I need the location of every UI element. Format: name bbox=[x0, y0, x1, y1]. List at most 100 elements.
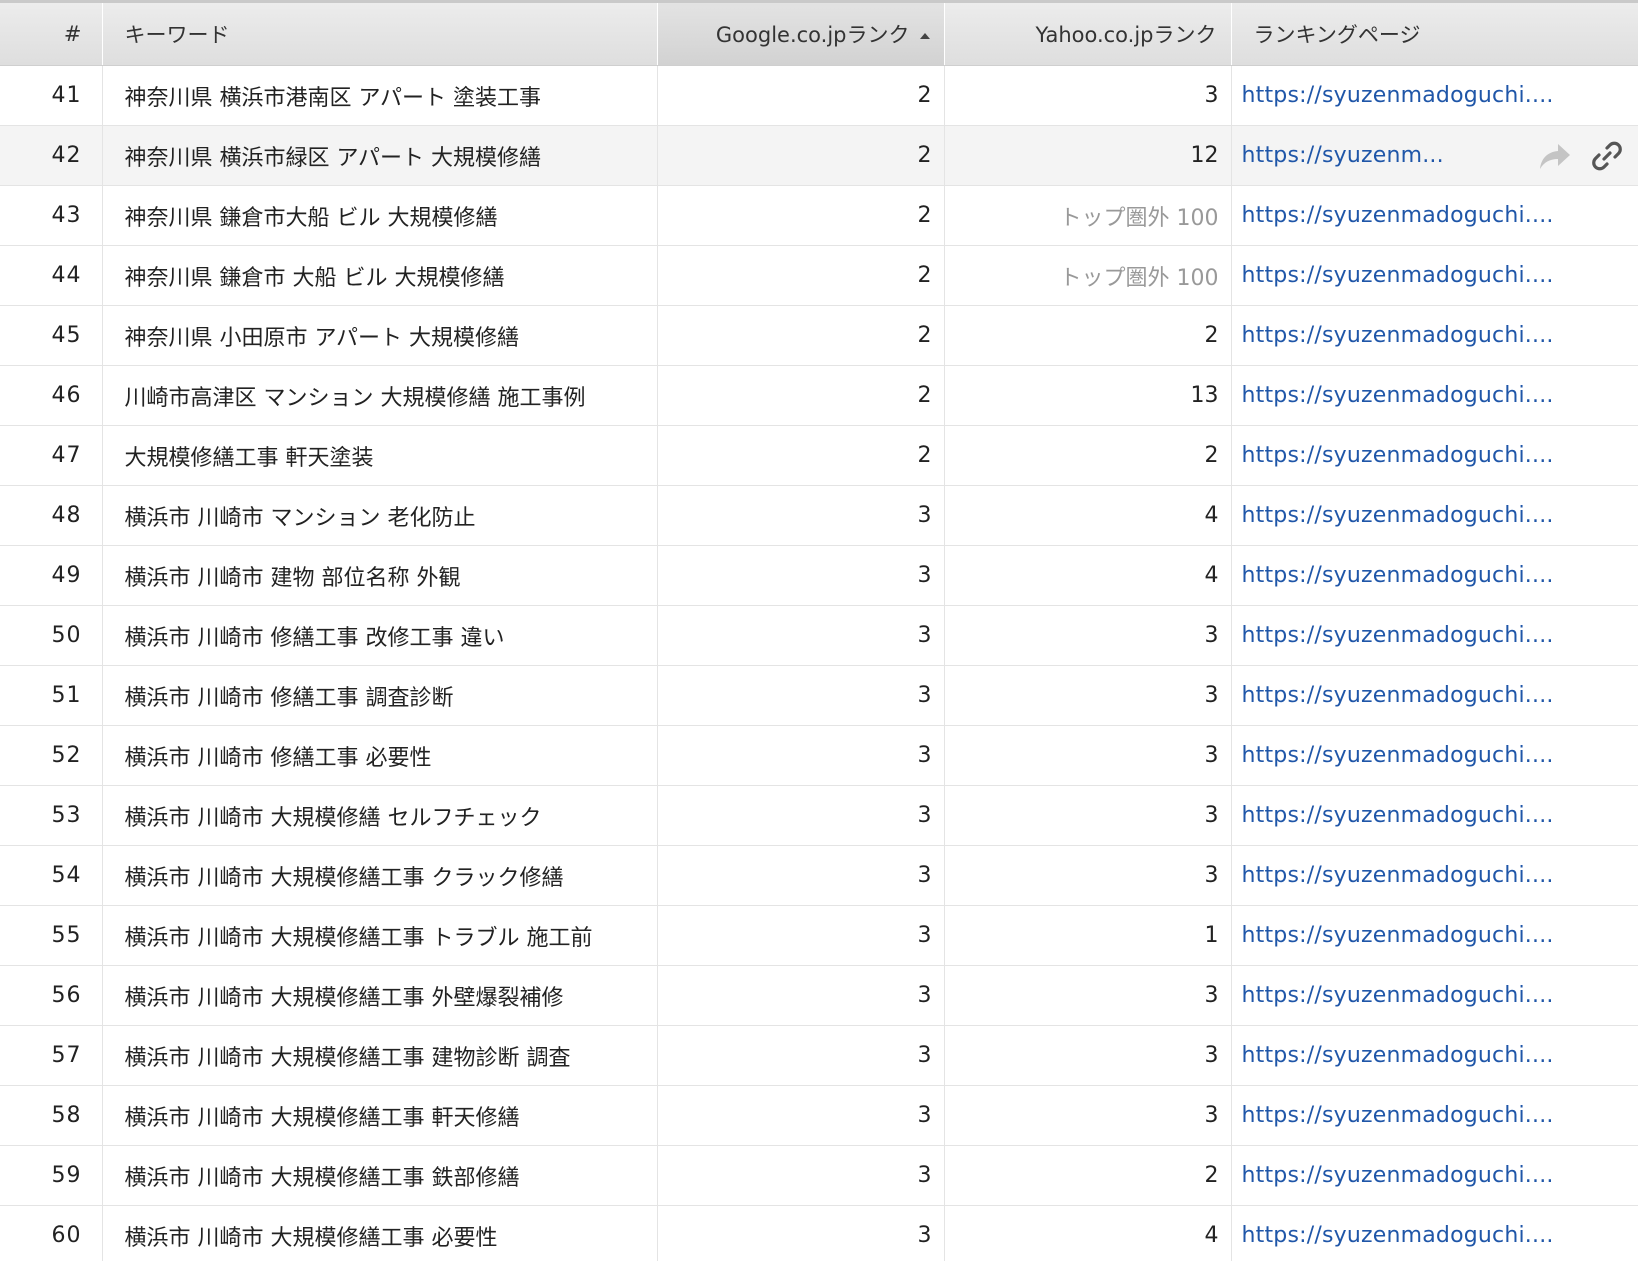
row-index: 45 bbox=[0, 305, 103, 366]
ranking-page-link[interactable]: https://syuzenmadoguchi.... bbox=[1242, 1103, 1554, 1128]
table-row[interactable]: 56 横浜市 川崎市 大規模修繕工事 外壁爆裂補修 3 3 https://sy… bbox=[0, 965, 1638, 1026]
keyword-cell: 横浜市 川崎市 修繕工事 改修工事 違い bbox=[102, 605, 658, 666]
yahoo-rank-cell: 3 bbox=[944, 1025, 1232, 1086]
ranking-page-link[interactable]: https://syuzenmadoguchi.... bbox=[1242, 443, 1554, 468]
ranking-page-cell: https://syuzenm... bbox=[1231, 125, 1638, 186]
ranking-page-link[interactable]: https://syuzenmadoguchi.... bbox=[1242, 203, 1554, 228]
row-index: 54 bbox=[0, 845, 103, 906]
yahoo-rank-cell: 3 bbox=[944, 65, 1232, 126]
ranking-page-link[interactable]: https://syuzenmadoguchi.... bbox=[1242, 323, 1554, 348]
ranking-page-link[interactable]: https://syuzenmadoguchi.... bbox=[1242, 623, 1554, 648]
google-rank-cell: 3 bbox=[657, 1205, 945, 1261]
ranking-page-cell: https://syuzenmadoguchi.... bbox=[1231, 905, 1638, 966]
ranking-page-link[interactable]: https://syuzenm... bbox=[1242, 143, 1444, 168]
table-row[interactable]: 44 神奈川県 鎌倉市 大船 ビル 大規模修繕 2 トップ圏外 100 http… bbox=[0, 245, 1638, 306]
ranking-page-link[interactable]: https://syuzenmadoguchi.... bbox=[1242, 863, 1554, 888]
ranking-page-link[interactable]: https://syuzenmadoguchi.... bbox=[1242, 503, 1554, 528]
ranking-page-link[interactable]: https://syuzenmadoguchi.... bbox=[1242, 1163, 1554, 1188]
row-index: 58 bbox=[0, 1085, 103, 1146]
ranking-page-cell: https://syuzenmadoguchi.... bbox=[1231, 1025, 1638, 1086]
table-row[interactable]: 53 横浜市 川崎市 大規模修繕 セルフチェック 3 3 https://syu… bbox=[0, 785, 1638, 846]
ranking-page-link[interactable]: https://syuzenmadoguchi.... bbox=[1242, 803, 1554, 828]
row-index: 50 bbox=[0, 605, 103, 666]
google-rank-cell: 3 bbox=[657, 1145, 945, 1206]
row-index: 53 bbox=[0, 785, 103, 846]
keyword-cell: 横浜市 川崎市 大規模修繕工事 トラブル 施工前 bbox=[102, 905, 658, 966]
ranking-page-cell: https://syuzenmadoguchi.... bbox=[1231, 725, 1638, 786]
ranking-page-link[interactable]: https://syuzenmadoguchi.... bbox=[1242, 263, 1554, 288]
ranking-page-link[interactable]: https://syuzenmadoguchi.... bbox=[1242, 383, 1554, 408]
yahoo-rank-cell: 4 bbox=[944, 485, 1232, 546]
yahoo-rank-cell: 4 bbox=[944, 545, 1232, 606]
keyword-cell: 横浜市 川崎市 大規模修繕工事 クラック修繕 bbox=[102, 845, 658, 906]
table-row[interactable]: 47 大規模修繕工事 軒天塗装 2 2 https://syuzenmadogu… bbox=[0, 425, 1638, 486]
keyword-cell: 横浜市 川崎市 マンション 老化防止 bbox=[102, 485, 658, 546]
yahoo-rank-cell: 2 bbox=[944, 425, 1232, 486]
row-index: 49 bbox=[0, 545, 103, 606]
row-index: 48 bbox=[0, 485, 103, 546]
table-row[interactable]: 60 横浜市 川崎市 大規模修繕工事 必要性 3 4 https://syuze… bbox=[0, 1205, 1638, 1261]
ranking-page-link[interactable]: https://syuzenmadoguchi.... bbox=[1242, 563, 1554, 588]
ranking-page-cell: https://syuzenmadoguchi.... bbox=[1231, 965, 1638, 1026]
google-rank-cell: 3 bbox=[657, 665, 945, 726]
ranking-page-cell: https://syuzenmadoguchi.... bbox=[1231, 665, 1638, 726]
table-row[interactable]: 55 横浜市 川崎市 大規模修繕工事 トラブル 施工前 3 1 https://… bbox=[0, 905, 1638, 966]
keyword-cell: 神奈川県 小田原市 アパート 大規模修繕 bbox=[102, 305, 658, 366]
ranking-page-cell: https://syuzenmadoguchi.... bbox=[1231, 185, 1638, 246]
ranking-page-link[interactable]: https://syuzenmadoguchi.... bbox=[1242, 83, 1554, 108]
table-row[interactable]: 49 横浜市 川崎市 建物 部位名称 外観 3 4 https://syuzen… bbox=[0, 545, 1638, 606]
keyword-cell: 横浜市 川崎市 大規模修繕工事 軒天修繕 bbox=[102, 1085, 658, 1146]
share-arrow-icon[interactable] bbox=[1538, 141, 1572, 171]
google-rank-cell: 3 bbox=[657, 905, 945, 966]
table-row[interactable]: 50 横浜市 川崎市 修繕工事 改修工事 違い 3 3 https://syuz… bbox=[0, 605, 1638, 666]
table-row[interactable]: 59 横浜市 川崎市 大規模修繕工事 鉄部修繕 3 2 https://syuz… bbox=[0, 1145, 1638, 1206]
ranking-page-link[interactable]: https://syuzenmadoguchi.... bbox=[1242, 923, 1554, 948]
table-row[interactable]: 48 横浜市 川崎市 マンション 老化防止 3 4 https://syuzen… bbox=[0, 485, 1638, 546]
keyword-cell: 横浜市 川崎市 修繕工事 調査診断 bbox=[102, 665, 658, 726]
google-rank-cell: 3 bbox=[657, 1025, 945, 1086]
table-row[interactable]: 52 横浜市 川崎市 修繕工事 必要性 3 3 https://syuzenma… bbox=[0, 725, 1638, 786]
google-rank-cell: 2 bbox=[657, 65, 945, 126]
keyword-cell: 横浜市 川崎市 建物 部位名称 外観 bbox=[102, 545, 658, 606]
keyword-cell: 神奈川県 横浜市緑区 アパート 大規模修繕 bbox=[102, 125, 658, 186]
table-body: 41 神奈川県 横浜市港南区 アパート 塗装工事 2 3 https://syu… bbox=[0, 65, 1638, 1261]
column-header-ranking-page[interactable]: ランキングページ bbox=[1231, 3, 1638, 66]
table-row[interactable]: 43 神奈川県 鎌倉市大船 ビル 大規模修繕 2 トップ圏外 100 https… bbox=[0, 185, 1638, 246]
column-header-yahoo-rank[interactable]: Yahoo.co.jpランク bbox=[944, 3, 1232, 66]
yahoo-rank-cell: 2 bbox=[944, 1145, 1232, 1206]
ranking-page-cell: https://syuzenmadoguchi.... bbox=[1231, 365, 1638, 426]
column-header-keyword[interactable]: キーワード bbox=[102, 3, 658, 66]
ranking-page-link[interactable]: https://syuzenmadoguchi.... bbox=[1242, 683, 1554, 708]
google-rank-cell: 3 bbox=[657, 965, 945, 1026]
row-index: 41 bbox=[0, 65, 103, 126]
ranking-page-link[interactable]: https://syuzenmadoguchi.... bbox=[1242, 1223, 1554, 1248]
yahoo-rank-cell: トップ圏外 100 bbox=[944, 185, 1232, 246]
keyword-cell: 横浜市 川崎市 大規模修繕工事 必要性 bbox=[102, 1205, 658, 1261]
keyword-cell: 横浜市 川崎市 大規模修繕工事 外壁爆裂補修 bbox=[102, 965, 658, 1026]
table-row[interactable]: 51 横浜市 川崎市 修繕工事 調査診断 3 3 https://syuzenm… bbox=[0, 665, 1638, 726]
table-row[interactable]: 45 神奈川県 小田原市 アパート 大規模修繕 2 2 https://syuz… bbox=[0, 305, 1638, 366]
table-row[interactable]: 57 横浜市 川崎市 大規模修繕工事 建物診断 調査 3 3 https://s… bbox=[0, 1025, 1638, 1086]
table-row[interactable]: 41 神奈川県 横浜市港南区 アパート 塗装工事 2 3 https://syu… bbox=[0, 65, 1638, 126]
keyword-cell: 神奈川県 横浜市港南区 アパート 塗装工事 bbox=[102, 65, 658, 126]
ranking-page-link[interactable]: https://syuzenmadoguchi.... bbox=[1242, 743, 1554, 768]
yahoo-rank-cell: 3 bbox=[944, 725, 1232, 786]
ranking-page-link[interactable]: https://syuzenmadoguchi.... bbox=[1242, 1043, 1554, 1068]
table-row[interactable]: 58 横浜市 川崎市 大規模修繕工事 軒天修繕 3 3 https://syuz… bbox=[0, 1085, 1638, 1146]
sort-ascending-icon bbox=[919, 33, 930, 39]
yahoo-rank-cell: トップ圏外 100 bbox=[944, 245, 1232, 306]
google-rank-cell: 2 bbox=[657, 425, 945, 486]
google-rank-cell: 2 bbox=[657, 245, 945, 306]
column-header-index[interactable]: # bbox=[0, 3, 103, 66]
table-row[interactable]: 54 横浜市 川崎市 大規模修繕工事 クラック修繕 3 3 https://sy… bbox=[0, 845, 1638, 906]
keyword-cell: 神奈川県 鎌倉市大船 ビル 大規模修繕 bbox=[102, 185, 658, 246]
chain-link-icon[interactable] bbox=[1590, 139, 1624, 173]
yahoo-rank-cell: 13 bbox=[944, 365, 1232, 426]
column-header-google-rank[interactable]: Google.co.jpランク bbox=[657, 3, 945, 66]
ranking-page-link[interactable]: https://syuzenmadoguchi.... bbox=[1242, 983, 1554, 1008]
table-row[interactable]: 42 神奈川県 横浜市緑区 アパート 大規模修繕 2 12 https://sy… bbox=[0, 125, 1638, 186]
ranking-page-cell: https://syuzenmadoguchi.... bbox=[1231, 785, 1638, 846]
table-row[interactable]: 46 川崎市高津区 マンション 大規模修繕 施工事例 2 13 https://… bbox=[0, 365, 1638, 426]
row-index: 52 bbox=[0, 725, 103, 786]
row-index: 57 bbox=[0, 1025, 103, 1086]
